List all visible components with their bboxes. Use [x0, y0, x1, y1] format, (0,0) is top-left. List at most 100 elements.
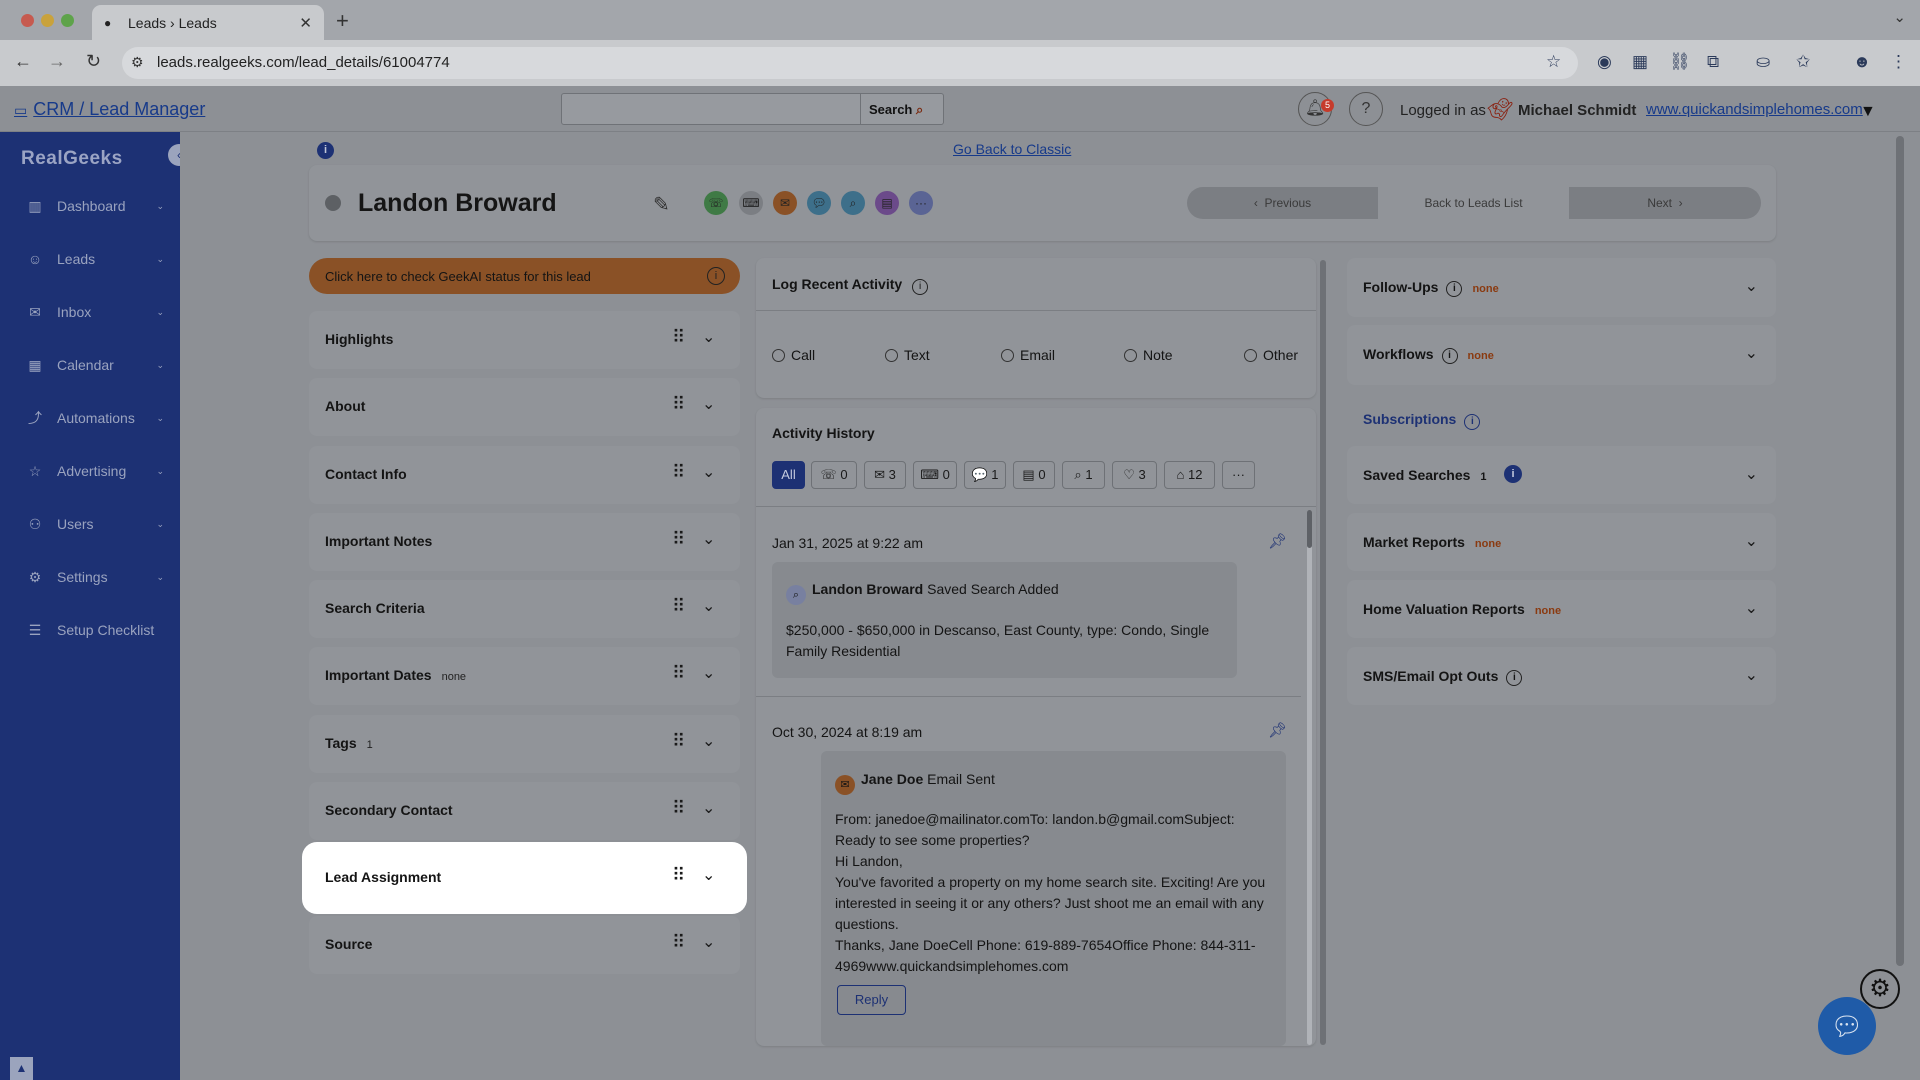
more-actions-icon[interactable]: ··· — [909, 191, 933, 215]
card-saved-searches[interactable]: Saved Searches 1 ⌄ — [1347, 446, 1776, 504]
sidebar-item-calendar[interactable]: ▦ Calendar ⌄ — [24, 353, 164, 377]
edit-pencil-icon[interactable]: ✎ — [653, 192, 670, 217]
sidebar-item-automations[interactable]: ⤴ Automations ⌄ — [24, 406, 164, 430]
card-important-dates[interactable]: Important Dates none ⠿ ⌄ — [309, 647, 740, 705]
chevron-down-icon[interactable]: ⌄ — [702, 529, 715, 549]
card-important-notes[interactable]: Important Notes ⠿ ⌄ — [309, 513, 740, 571]
card-secondary-contact[interactable]: Secondary Contact ⠿ ⌄ — [309, 782, 740, 840]
link-extension-icon[interactable]: ⛓ — [1669, 52, 1691, 72]
card-follow-ups[interactable]: Follow-Ups i none ⌄ — [1347, 258, 1776, 317]
chevron-down-icon[interactable]: ⌄ — [702, 462, 715, 482]
sidebar-item-advertising[interactable]: ☆ Advertising ⌄ — [24, 459, 164, 483]
drag-handle-icon[interactable]: ⠿ — [672, 932, 685, 953]
drag-handle-icon[interactable]: ⠿ — [672, 529, 685, 550]
card-sms-email-opt-outs[interactable]: SMS/Email Opt Outs i ⌄ — [1347, 647, 1776, 705]
activity-type-other[interactable]: Other — [1244, 347, 1298, 363]
text-message-icon[interactable]: ⌨ — [739, 191, 763, 215]
info-icon[interactable]: i — [707, 267, 725, 285]
card-market-reports[interactable]: Market Reports none ⌄ — [1347, 513, 1776, 571]
email-icon[interactable]: ✉ — [773, 191, 797, 215]
reply-button[interactable]: Reply — [837, 985, 906, 1015]
chevron-down-icon[interactable]: ⌄ — [702, 731, 715, 751]
app-title-link[interactable]: ▭ CRM / Lead Manager — [14, 99, 205, 120]
info-icon[interactable]: i — [1504, 465, 1522, 483]
close-tab-icon[interactable]: ✕ — [299, 14, 312, 32]
search-button[interactable]: Search ⌕ — [861, 93, 944, 125]
geekai-status-button[interactable]: Click here to check GeekAI status for th… — [309, 258, 740, 294]
pin-icon[interactable]: 📌︎ — [1268, 532, 1287, 550]
info-icon[interactable]: i — [1446, 281, 1463, 297]
calendar-extension-icon[interactable]: ▦ — [1632, 52, 1648, 72]
drag-handle-icon[interactable]: ⠿ — [672, 394, 685, 415]
chevron-down-icon[interactable]: ⌄ — [702, 798, 715, 818]
info-icon[interactable]: i — [1464, 414, 1481, 430]
drag-handle-icon[interactable]: ⠿ — [672, 798, 685, 819]
drag-handle-icon[interactable]: ⠿ — [672, 596, 685, 617]
card-contact-info[interactable]: Contact Info ⠿ ⌄ — [309, 446, 740, 504]
filter-calls[interactable]: ☏ 0 — [811, 461, 857, 489]
call-icon[interactable]: ☏ — [704, 191, 728, 215]
filter-documents[interactable]: ▤ 0 — [1013, 461, 1055, 489]
chevron-down-icon[interactable]: ⌄ — [1745, 598, 1758, 618]
drag-handle-icon[interactable]: ⠿ — [672, 865, 685, 886]
maximize-window-button[interactable] — [61, 14, 74, 27]
extensions-puzzle-icon[interactable]: ⧉ — [1707, 52, 1719, 72]
drag-handle-icon[interactable]: ⠿ — [672, 327, 685, 348]
subscriptions-link[interactable]: Subscriptions i — [1363, 411, 1481, 430]
chevron-down-icon[interactable]: ⌄ — [702, 865, 715, 885]
sidebar-item-settings[interactable]: ⚙ Settings ⌄ — [24, 565, 164, 589]
document-icon[interactable]: ▤ — [875, 191, 899, 215]
activity-type-text[interactable]: Text — [885, 347, 930, 363]
sidebar-item-setup-checklist[interactable]: ☰ Setup Checklist — [24, 618, 164, 642]
card-workflows[interactable]: Workflows i none ⌄ — [1347, 325, 1776, 385]
filter-notes[interactable]: 💬 1 — [964, 461, 1006, 489]
site-link[interactable]: www.quickandsimplehomes.com — [1646, 101, 1863, 118]
info-icon[interactable]: i — [1441, 348, 1458, 364]
drag-handle-icon[interactable]: ⠿ — [672, 663, 685, 684]
card-home-valuation-reports[interactable]: Home Valuation Reports none ⌄ — [1347, 580, 1776, 638]
drag-handle-icon[interactable]: ⠿ — [672, 462, 685, 483]
card-about[interactable]: About ⠿ ⌄ — [309, 378, 740, 436]
card-tags[interactable]: Tags 1 ⠿ ⌄ — [309, 715, 740, 773]
back-to-leads-list-button[interactable]: Back to Leads List — [1378, 187, 1569, 219]
ai-assistant-icon[interactable]: ⚙ — [1860, 969, 1900, 1009]
browser-tab[interactable]: ● Leads › Leads ✕ — [92, 5, 324, 40]
chevron-down-icon[interactable]: ⌄ — [1745, 343, 1758, 363]
activity-type-note[interactable]: Note — [1124, 347, 1173, 363]
activity-type-call[interactable]: Call — [772, 347, 815, 363]
sidebar-item-dashboard[interactable]: ▥ Dashboard ⌄ — [24, 194, 164, 218]
next-button[interactable]: Next › — [1569, 187, 1761, 219]
profile-avatar-icon[interactable]: ☻ — [1853, 52, 1871, 72]
card-source[interactable]: Source ⠿ ⌄ — [309, 916, 740, 974]
note-icon[interactable]: 💬︎ — [807, 191, 831, 215]
browser-menu-icon[interactable]: ⋮ — [1890, 52, 1907, 72]
chat-bubble-icon[interactable]: 💬︎ — [1818, 997, 1876, 1055]
previous-button[interactable]: ‹ Previous — [1187, 187, 1378, 219]
minimize-window-button[interactable] — [41, 14, 54, 27]
filter-properties[interactable]: ⌂ 12 — [1164, 461, 1215, 489]
expand-up-icon[interactable]: ▲ — [10, 1057, 33, 1080]
close-window-button[interactable] — [21, 14, 34, 27]
new-tab-icon[interactable]: + — [336, 8, 349, 34]
sidebar-item-inbox[interactable]: ✉ Inbox ⌄ — [24, 300, 164, 324]
bookmark-star-icon[interactable]: ☆ — [1546, 52, 1561, 72]
bookmarks-icon[interactable]: ✩ — [1796, 52, 1810, 72]
card-lead-assignment[interactable]: Lead Assignment ⠿ ⌄ — [309, 849, 740, 907]
card-highlights[interactable]: Highlights ⠿ ⌄ — [309, 311, 740, 369]
history-scrollbar[interactable] — [1307, 510, 1312, 1045]
account-dropdown-icon[interactable]: ▼ — [1860, 103, 1876, 121]
chevron-down-icon[interactable]: ⌄ — [1745, 665, 1758, 685]
go-back-to-classic-link[interactable]: Go Back to Classic — [953, 141, 1071, 157]
back-arrow-icon[interactable]: ← — [14, 51, 32, 72]
history-scrollbar-thumb[interactable] — [1307, 510, 1312, 548]
card-search-criteria[interactable]: Search Criteria ⠿ ⌄ — [309, 580, 740, 638]
forward-arrow-icon[interactable]: → — [48, 51, 66, 72]
filter-searches[interactable]: ⌕ 1 — [1062, 461, 1105, 489]
filter-emails[interactable]: ✉ 3 — [864, 461, 906, 489]
chevron-down-icon[interactable]: ⌄ — [702, 596, 715, 616]
drag-handle-icon[interactable]: ⠿ — [672, 731, 685, 752]
incognito-icon[interactable]: ⛀ — [1756, 52, 1770, 72]
site-settings-icon[interactable]: ⚙ — [131, 54, 144, 71]
reload-icon[interactable]: ↻ — [86, 51, 101, 72]
info-icon[interactable]: i — [912, 279, 929, 295]
